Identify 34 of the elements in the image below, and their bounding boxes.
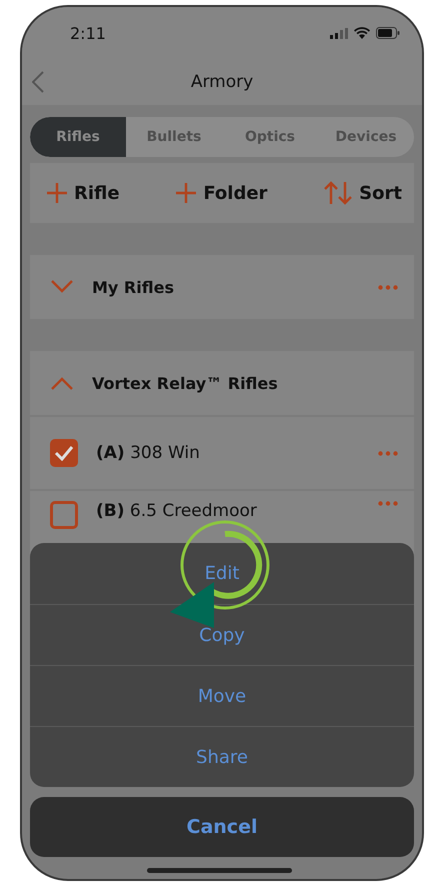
plus-icon xyxy=(46,182,68,204)
rifle-name: (A) 308 Win xyxy=(96,443,201,463)
sheet-option[interactable]: Share xyxy=(30,726,414,787)
sheet-option[interactable]: Edit xyxy=(30,543,414,604)
plus-icon xyxy=(175,182,198,204)
action-button[interactable]: Rifle xyxy=(42,178,124,208)
action-button[interactable]: Folder xyxy=(171,178,272,208)
status-time: 2:11 xyxy=(70,24,106,42)
sort-icon xyxy=(323,181,354,205)
action-button[interactable]: Sort xyxy=(319,177,406,209)
cancel-button[interactable]: Cancel xyxy=(30,797,414,857)
tab[interactable]: Rifles xyxy=(30,117,126,157)
chevron-icon xyxy=(50,280,74,294)
sheet-option[interactable]: Move xyxy=(30,665,414,726)
folder-title: Vortex Relay™ Rifles xyxy=(92,374,279,392)
chevron-icon xyxy=(50,376,74,390)
checkbox[interactable] xyxy=(50,501,78,529)
rifle-name: (B) 6.5 Creedmoor xyxy=(96,501,258,521)
tab[interactable]: Devices xyxy=(318,117,414,157)
tab[interactable]: Bullets xyxy=(126,117,222,157)
battery-icon xyxy=(376,27,400,39)
back-icon[interactable] xyxy=(32,71,44,93)
check-icon xyxy=(54,445,74,461)
more-icon[interactable] xyxy=(378,450,398,456)
screen-title: Armory xyxy=(190,72,254,92)
wifi-icon xyxy=(354,27,370,39)
folder-header[interactable]: Vortex Relay™ Rifles xyxy=(30,351,414,415)
more-icon[interactable] xyxy=(378,501,398,506)
more-icon[interactable] xyxy=(378,284,398,290)
folder-title: My Rifles xyxy=(92,278,175,296)
signal-icon xyxy=(330,28,348,38)
checkbox[interactable] xyxy=(50,439,78,467)
folder-header[interactable]: My Rifles xyxy=(30,255,414,319)
tab[interactable]: Optics xyxy=(222,117,318,157)
